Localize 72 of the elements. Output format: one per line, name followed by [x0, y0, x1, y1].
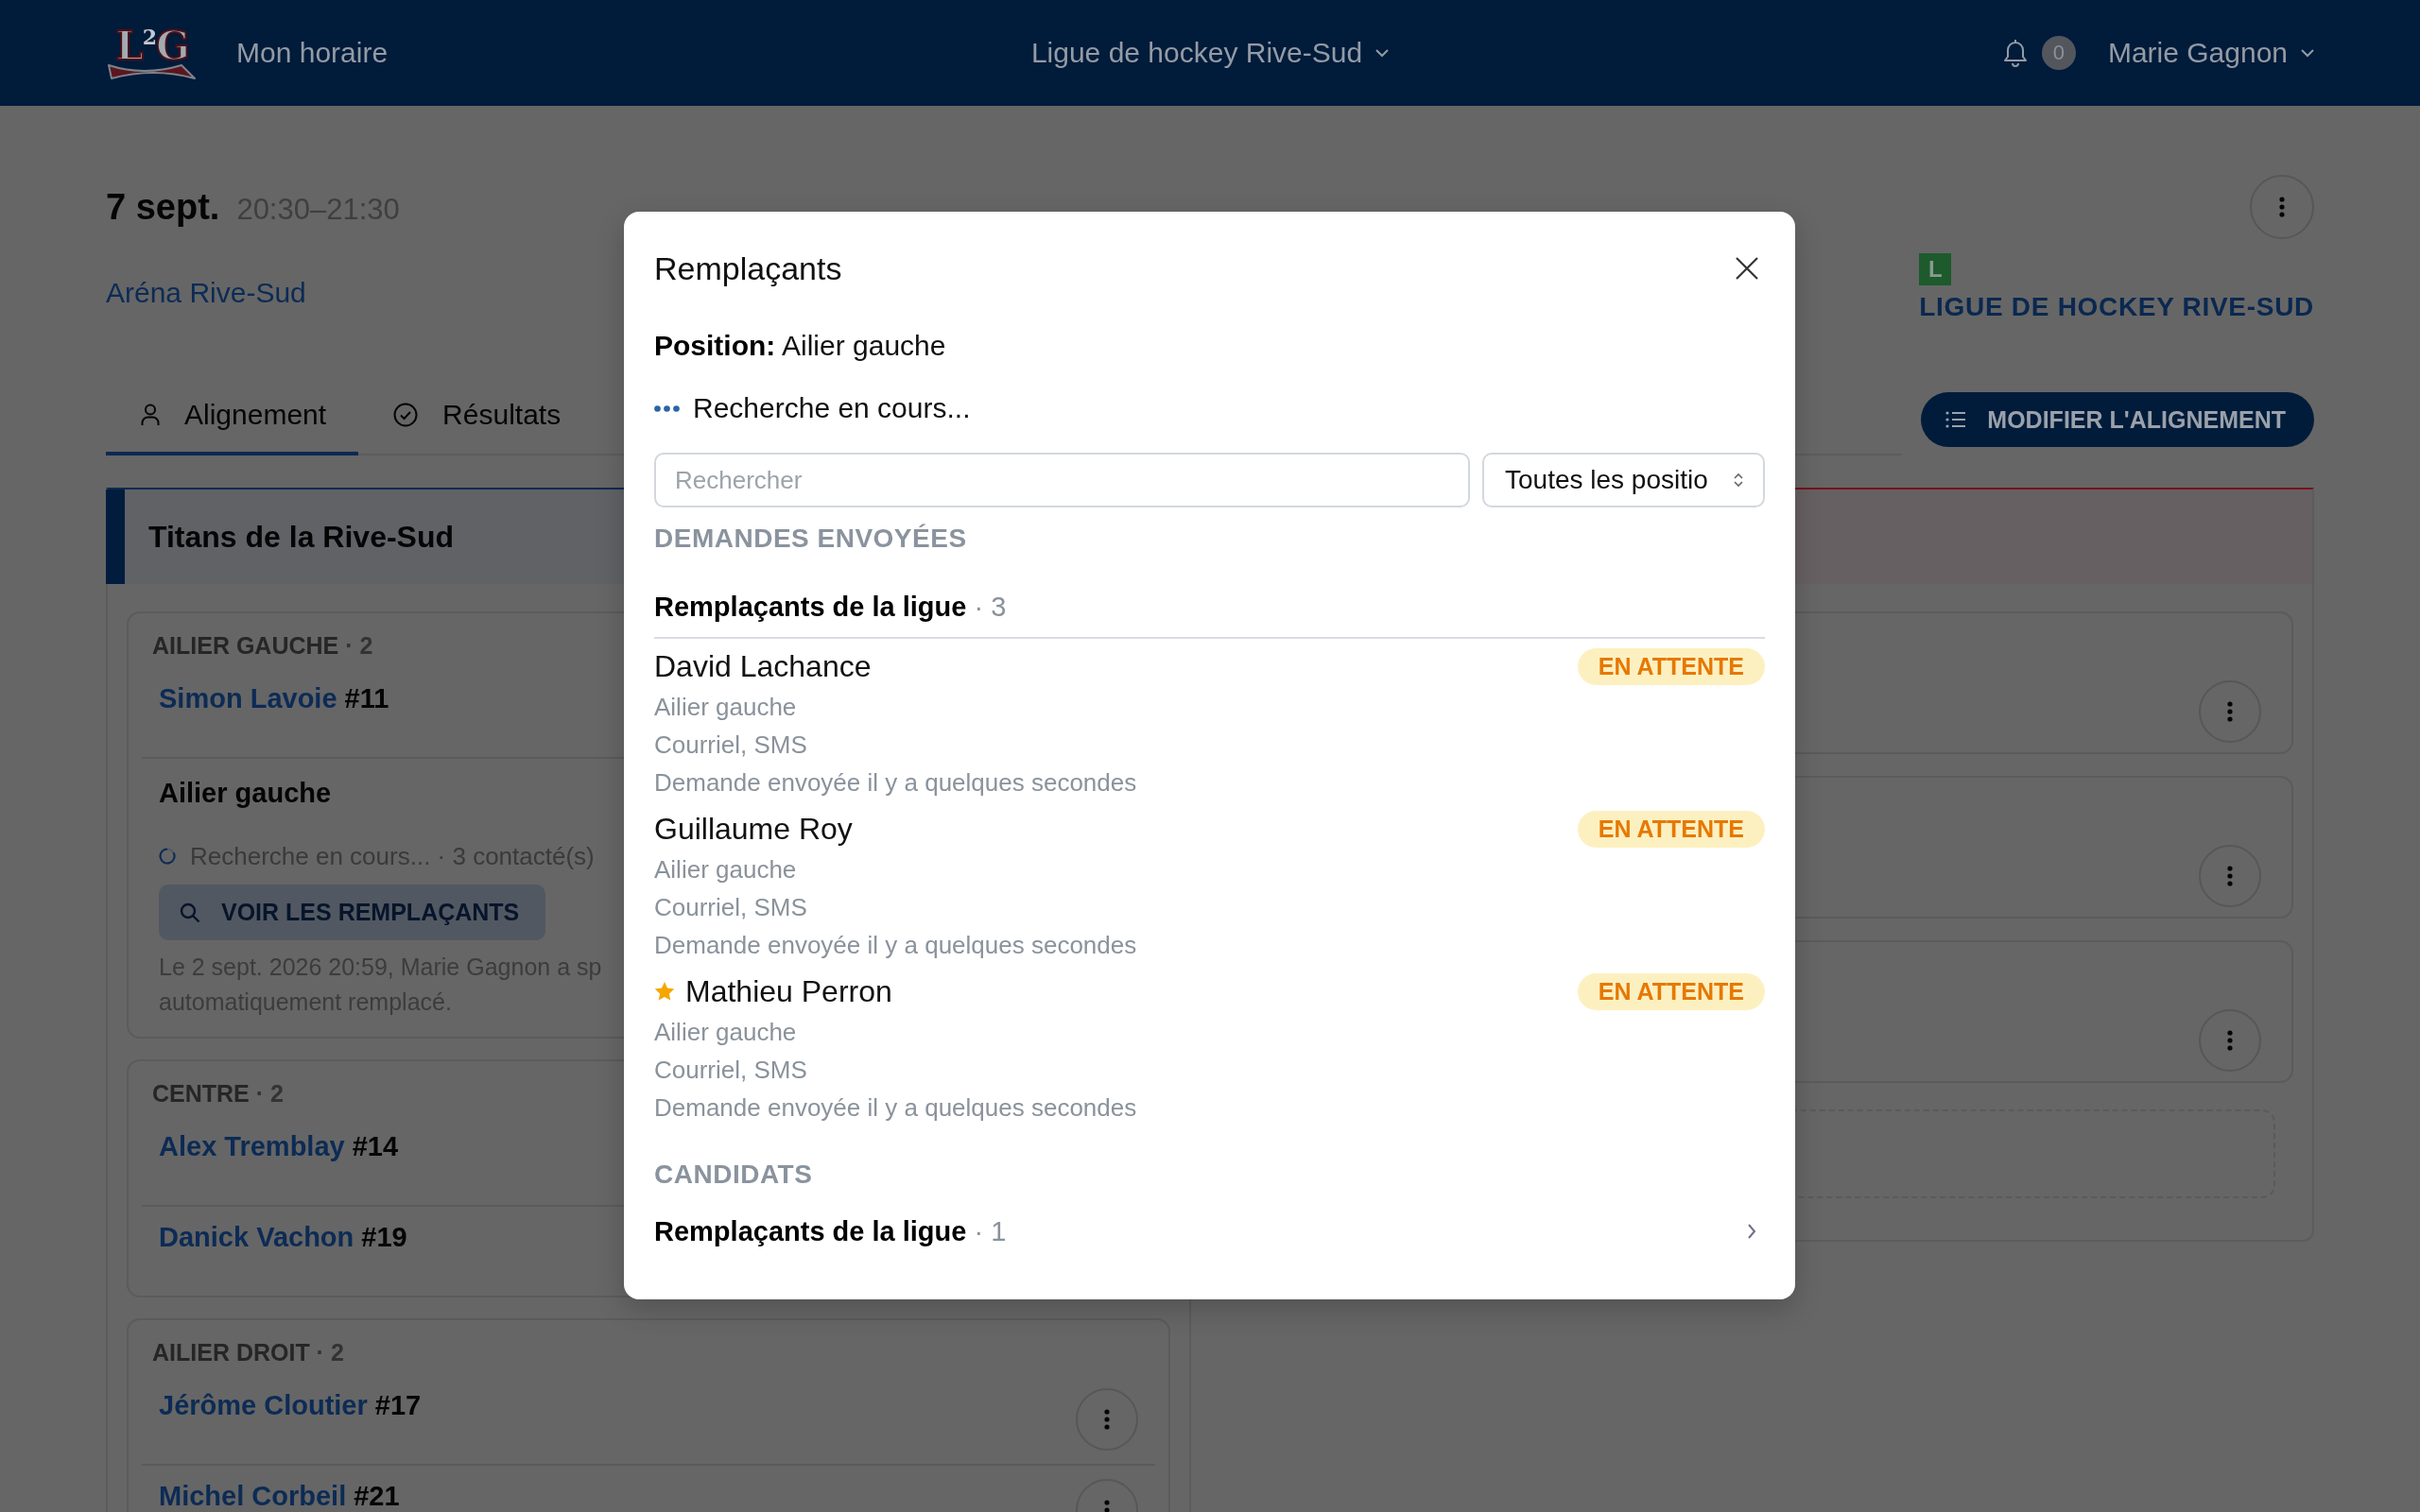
jersey-number: #21 [354, 1481, 400, 1511]
search-field[interactable]: Rechercher [654, 453, 1470, 507]
replacement-name: Guillaume Roy [654, 811, 853, 848]
jersey-number: #14 [352, 1131, 399, 1161]
chevron-down-icon [2301, 48, 2314, 58]
status-badge: EN ATTENTE [1577, 810, 1765, 848]
jersey-number: #19 [361, 1222, 407, 1252]
position-text: Position: Ailier gauche [654, 329, 946, 363]
contact-channels: Courriel, SMS [654, 730, 807, 761]
section-title: CANDIDATS [654, 1159, 813, 1191]
request-time: Demande envoyée il y a quelques secondes [654, 1092, 1137, 1124]
jersey-number: #11 [344, 683, 389, 713]
contact-channels: Courriel, SMS [654, 1055, 807, 1086]
check-circle-icon [393, 403, 419, 427]
dialog-title: Remplaçants [654, 249, 842, 287]
view-replacements-button[interactable]: VOIR LES REMPLAÇANTS [159, 885, 546, 940]
search-status: Recherche en cours... [693, 391, 971, 425]
player-link[interactable]: Alex Tremblay [159, 1131, 345, 1161]
venue-link[interactable]: Aréna Rive-Sud [106, 276, 306, 310]
team-name: Titans de la Rive-Sud [148, 519, 455, 555]
player-link[interactable]: Danick Vachon [159, 1222, 354, 1252]
section-title: DEMANDES ENVOYÉES [654, 523, 967, 555]
more-button[interactable] [2250, 175, 2314, 239]
search-icon [180, 902, 200, 923]
sort-arrows-icon [1733, 472, 1744, 489]
list-icon [1945, 411, 1967, 428]
more-icon [1104, 1409, 1110, 1430]
more-icon [2227, 701, 2233, 722]
league-dropdown[interactable]: Ligue de hockey Rive-Sud [1030, 37, 1390, 69]
player-link[interactable]: Jérôme Cloutier [159, 1390, 368, 1420]
more-icon [2227, 866, 2233, 886]
status-badge: EN ATTENTE [1577, 972, 1765, 1010]
more-icon [2279, 197, 2285, 217]
request-time: Demande envoyée il y a quelques secondes [654, 930, 1137, 961]
app-logo[interactable]: L$^{2}$G [106, 24, 197, 82]
league-initial-badge: L [1919, 253, 1952, 285]
more-button[interactable] [1076, 1388, 1138, 1451]
request-time: Demande envoyée il y a quelques secondes [654, 767, 1137, 799]
user-menu[interactable]: Marie Gagnon [2107, 37, 2314, 69]
more-button[interactable] [2199, 845, 2261, 907]
chevron-down-icon [1375, 48, 1390, 58]
group-toggle[interactable]: Remplaçants de la ligue · 3 [654, 588, 1765, 639]
spinner-icon [159, 848, 176, 865]
tab[interactable]: Alignement [106, 378, 359, 455]
event-date: 7 sept. [106, 186, 220, 228]
more-button[interactable] [2199, 1009, 2261, 1072]
replacement-position: Ailier gauche [654, 692, 797, 723]
loading-dots-icon [654, 404, 680, 412]
close-icon [1735, 256, 1759, 281]
contact-channels: Courriel, SMS [654, 892, 807, 923]
replacement-name: Mathieu Perron [685, 973, 892, 1010]
bell-icon[interactable] [2002, 39, 2028, 67]
more-icon [2227, 1030, 2233, 1051]
notification-count: 0 [2041, 36, 2076, 70]
chevron-right-icon [1746, 1223, 1757, 1240]
group-toggle[interactable]: Remplaçants de la ligue · 1 [654, 1212, 1765, 1250]
person-icon [141, 404, 160, 426]
league-name: LIGUE DE HOCKEY RIVE-SUD [1919, 291, 2314, 323]
tab[interactable]: Résultats [358, 378, 594, 455]
edit-lineup-button[interactable]: MODIFIER L'ALIGNEMENT [1921, 392, 2314, 447]
replacement-name: David Lachance [654, 648, 872, 685]
nav-link[interactable]: Mon horaire [236, 37, 389, 69]
jersey-number: #17 [374, 1390, 422, 1420]
player-link[interactable]: Michel Corbeil [159, 1481, 347, 1511]
replacement-position: Ailier gauche [654, 854, 797, 885]
replacement-position: Ailier gauche [654, 1017, 797, 1048]
player-link[interactable]: Simon Lavoie [159, 683, 337, 713]
close-button[interactable] [1735, 256, 1759, 281]
position-select[interactable]: Toutes les positio [1482, 453, 1765, 507]
vacant-position: Ailier gauche [159, 777, 332, 810]
status-badge: EN ATTENTE [1577, 647, 1765, 685]
more-button[interactable] [2199, 680, 2261, 743]
